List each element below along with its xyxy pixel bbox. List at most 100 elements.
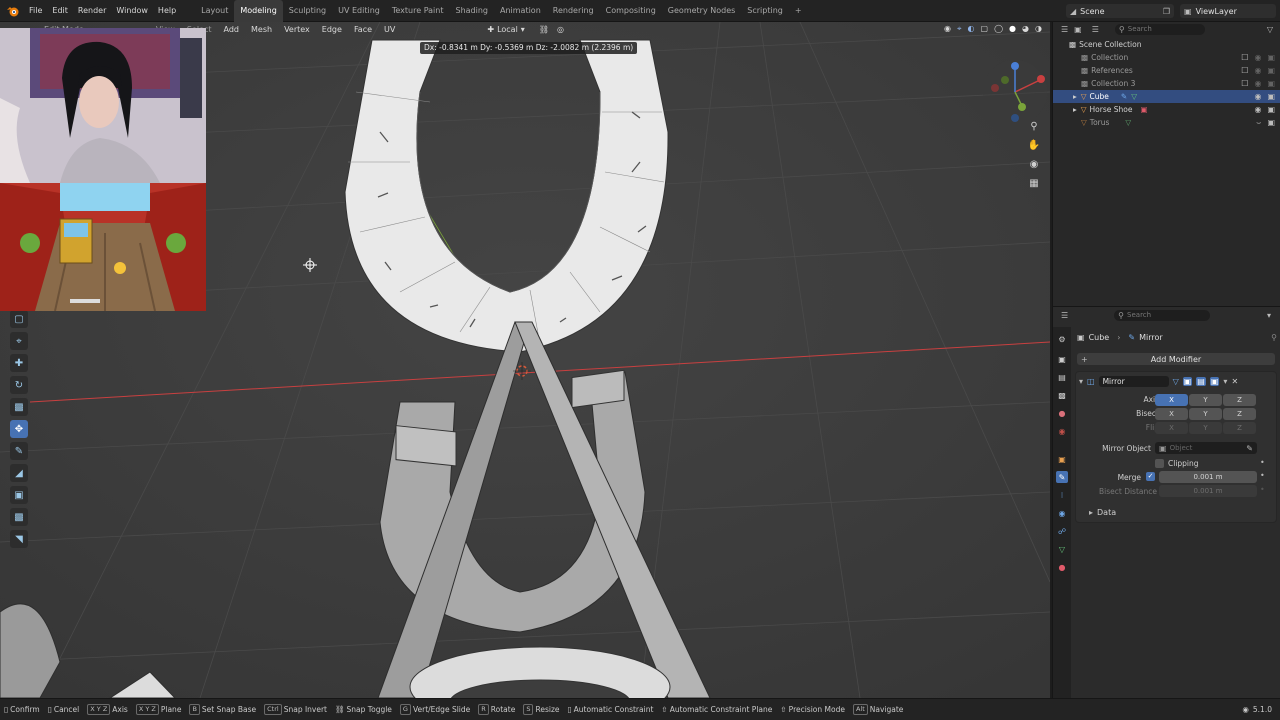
menu-edit[interactable]: Edit [47,0,73,22]
filter-icon[interactable]: ☰ [1092,25,1099,34]
tab-sculpting[interactable]: Sculpting [283,0,332,22]
move-tool-icon[interactable]: ✚ [10,354,28,372]
measure-tool-icon[interactable]: ◢ [10,464,28,482]
keyframe-dot-icon[interactable]: • [1260,485,1265,494]
vp-menu-add[interactable]: Add [218,25,246,34]
bisect-x-toggle[interactable]: X [1155,408,1188,420]
keyframe-dot-icon[interactable]: • [1260,458,1265,467]
tab-layout[interactable]: Layout [195,0,234,22]
vp-menu-mesh[interactable]: Mesh [245,25,278,34]
rotate-tool-icon[interactable]: ↻ [10,376,28,394]
outliner-references[interactable]: ▩ References ☐ ◉ ▣ [1053,64,1280,77]
on-cage-toggle-icon[interactable]: ▣ [1182,377,1193,386]
modifier-tab-icon[interactable]: ✎ [1056,471,1068,483]
output-tab-icon[interactable]: ▤ [1056,371,1068,383]
editor-type-icon[interactable]: ☰ [1061,25,1068,34]
hide-eye-icon[interactable]: ◉ [1254,66,1261,75]
keyframe-dot-icon[interactable]: • [1260,471,1265,480]
flip-x-toggle[interactable]: X [1155,422,1188,434]
particles-tab-icon[interactable]: ⁝ [1056,489,1068,501]
chevron-down-icon[interactable]: ▾ [1267,311,1271,320]
render-camera-icon[interactable]: ▣ [1267,66,1275,75]
vp-menu-uv[interactable]: UV [378,25,401,34]
add-workspace-button[interactable]: + [789,0,808,22]
tool-tab-icon[interactable]: ⚙ [1056,333,1068,345]
outliner-search-input[interactable]: ⚲ Search [1114,23,1205,35]
properties-search-input[interactable]: ⚲ Search [1114,309,1211,321]
flip-y-toggle[interactable]: Y [1189,422,1222,434]
rendered-shading-icon[interactable]: ◑ [1035,24,1042,34]
expand-arrow-icon[interactable]: ▸ [1073,105,1077,114]
exclude-checkbox-icon[interactable]: ☐ [1241,53,1248,62]
zoom-icon[interactable]: ⚲ [1026,118,1042,134]
add-modifier-button[interactable]: + Add Modifier [1077,353,1275,365]
mirror-object-field[interactable]: ▣ Object ✎ [1155,442,1257,454]
bisect-y-toggle[interactable]: Y [1189,408,1222,420]
menu-help[interactable]: Help [153,0,181,22]
hide-eye-icon[interactable]: ◉ [1254,53,1261,62]
solid-shading-icon[interactable]: ● [1009,24,1016,34]
outliner-collection-3[interactable]: ▩ Collection 3 ☐ ◉ ▣ [1053,77,1280,90]
hide-eye-icon[interactable]: ◉ [1254,105,1261,114]
pin-icon[interactable]: ⚲ [1271,333,1277,342]
modifier-name-field[interactable]: Mirror [1098,376,1169,387]
merge-distance-field[interactable]: 0.001 m [1159,471,1257,483]
tab-geometry-nodes[interactable]: Geometry Nodes [662,0,741,22]
merge-checkbox[interactable]: ✓ [1146,472,1155,481]
flip-z-toggle[interactable]: Z [1223,422,1256,434]
cursor-tool-icon[interactable]: ⌖ [10,332,28,350]
edit-mode-toggle-icon[interactable]: ▽ [1173,377,1179,386]
expand-arrow-icon[interactable]: ▸ [1073,92,1077,101]
axis-y-toggle[interactable]: Y [1189,394,1222,406]
clipping-checkbox-row[interactable]: Clipping [1155,458,1265,469]
visibility-icon[interactable]: ◉ [944,24,951,34]
exclude-checkbox-icon[interactable]: ☐ [1241,79,1248,88]
camera-view-icon[interactable]: ◉ [1026,156,1042,172]
perspective-toggle-icon[interactable]: ▦ [1026,175,1042,191]
menu-file[interactable]: File [24,0,47,22]
material-tab-icon[interactable]: ● [1056,561,1068,573]
snap-icon[interactable]: ⛓ [539,25,549,34]
tab-shading[interactable]: Shading [449,0,494,22]
view-layer-selector[interactable]: ▣ ViewLayer [1180,4,1276,18]
render-camera-icon[interactable]: ▣ [1267,92,1275,101]
display-mode-icon[interactable]: ▣ [1074,25,1082,34]
data-tab-icon[interactable]: ▽ [1056,543,1068,555]
tab-compositing[interactable]: Compositing [600,0,662,22]
hide-eye-icon[interactable]: ◉ [1254,79,1261,88]
render-camera-icon[interactable]: ▣ [1267,118,1275,128]
axis-x-toggle[interactable]: X [1155,394,1188,406]
outliner-scene-collection[interactable]: ▩ Scene Collection [1053,38,1280,51]
overlay-toggle-icon[interactable]: ◐ [968,24,975,34]
outliner-cube[interactable]: ▸ ▽ Cube ✎ ▽ ◉ ▣ [1053,90,1280,103]
inset-tool-icon[interactable]: ▩ [10,508,28,526]
menu-render[interactable]: Render [73,0,111,22]
world-tab-icon[interactable]: ◉ [1056,425,1068,437]
physics-tab-icon[interactable]: ◉ [1056,507,1068,519]
xray-toggle-icon[interactable]: ▢ [981,24,989,34]
tab-texture-paint[interactable]: Texture Paint [386,0,450,22]
object-tab-icon[interactable]: ▣ [1056,453,1068,465]
view-layer-tab-icon[interactable]: ▩ [1056,389,1068,401]
render-camera-icon[interactable]: ▣ [1267,53,1275,62]
tab-rendering[interactable]: Rendering [547,0,600,22]
close-icon[interactable]: ✕ [1231,377,1238,386]
blender-logo-icon[interactable] [6,4,20,18]
annotate-tool-icon[interactable]: ✎ [10,442,28,460]
hide-eye-icon[interactable]: ◉ [1254,92,1261,101]
wireframe-shading-icon[interactable]: ◯ [994,24,1003,34]
exclude-checkbox-icon[interactable]: ☐ [1241,66,1248,75]
outliner-torus[interactable]: ▽ Torus ▽ ⌣ ▣ [1053,116,1280,129]
constraints-tab-icon[interactable]: ☍ [1056,525,1068,537]
render-toggle-icon[interactable]: ▣ [1209,377,1220,386]
transform-tool-icon[interactable]: ✥ [10,420,28,438]
select-box-tool-icon[interactable]: ▢ [10,310,28,328]
bisect-z-toggle[interactable]: Z [1223,408,1256,420]
chevron-down-icon[interactable]: ▾ [1223,377,1227,386]
proportional-edit-icon[interactable]: ◎ [557,25,564,34]
pan-hand-icon[interactable]: ✋ [1026,137,1042,153]
hide-eye-closed-icon[interactable]: ⌣ [1256,118,1261,128]
scale-tool-icon[interactable]: ▩ [10,398,28,416]
menu-window[interactable]: Window [111,0,153,22]
orientation-dropdown[interactable]: ✚ Local ▾ [487,25,524,34]
